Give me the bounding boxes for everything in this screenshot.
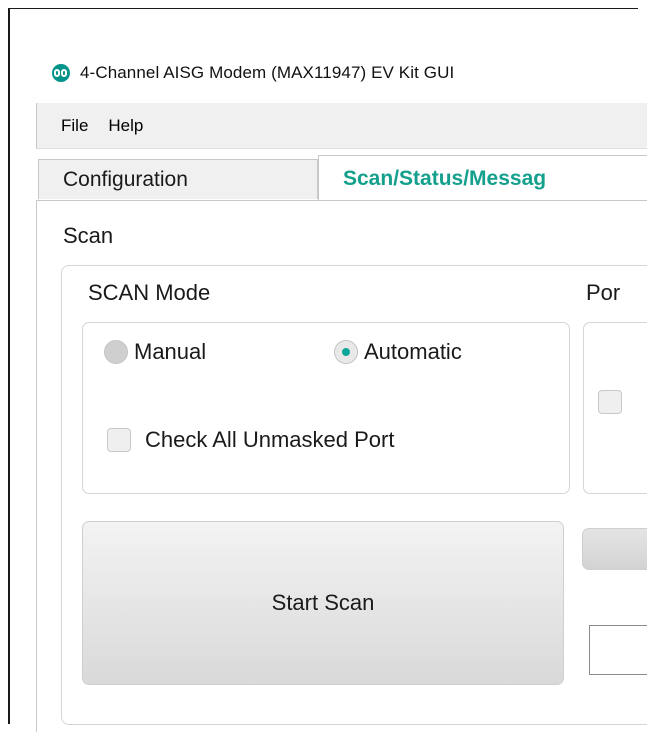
- menu-file[interactable]: File: [61, 116, 88, 136]
- scan-mode-label: SCAN Mode: [88, 280, 211, 305]
- tab-configuration[interactable]: Configuration: [38, 159, 318, 199]
- port-side-button[interactable]: [582, 528, 647, 570]
- menu-bar: File Help: [36, 103, 647, 149]
- maxim-logo-icon: [52, 64, 70, 82]
- port-group-label: Por: [586, 280, 621, 305]
- radio-automatic[interactable]: Automatic: [334, 339, 462, 365]
- scan-section-title: Scan: [63, 223, 114, 248]
- tab-scan-status-messages[interactable]: Scan/Status/Messag: [318, 155, 647, 201]
- title-bar: 4-Channel AISG Modem (MAX11947) EV Kit G…: [52, 60, 454, 86]
- radio-automatic-label: Automatic: [364, 339, 462, 364]
- check-all-unmasked-port[interactable]: Check All Unmasked Port: [107, 427, 394, 453]
- tab-strip: Configuration Scan/Status/Messag: [36, 155, 647, 201]
- check-all-checkbox[interactable]: [107, 428, 131, 452]
- radio-manual[interactable]: Manual: [104, 339, 206, 365]
- port-checkbox[interactable]: [598, 390, 622, 414]
- start-scan-button[interactable]: Start Scan: [82, 521, 564, 685]
- radio-manual-label: Manual: [134, 339, 207, 364]
- radio-manual-indicator[interactable]: [104, 340, 128, 364]
- radio-automatic-indicator[interactable]: [334, 340, 358, 364]
- menu-help[interactable]: Help: [108, 116, 143, 136]
- port-checkbox-box[interactable]: [598, 390, 622, 414]
- port-value-field[interactable]: [589, 625, 647, 675]
- window-title: 4-Channel AISG Modem (MAX11947) EV Kit G…: [80, 63, 455, 82]
- check-all-label: Check All Unmasked Port: [145, 427, 395, 452]
